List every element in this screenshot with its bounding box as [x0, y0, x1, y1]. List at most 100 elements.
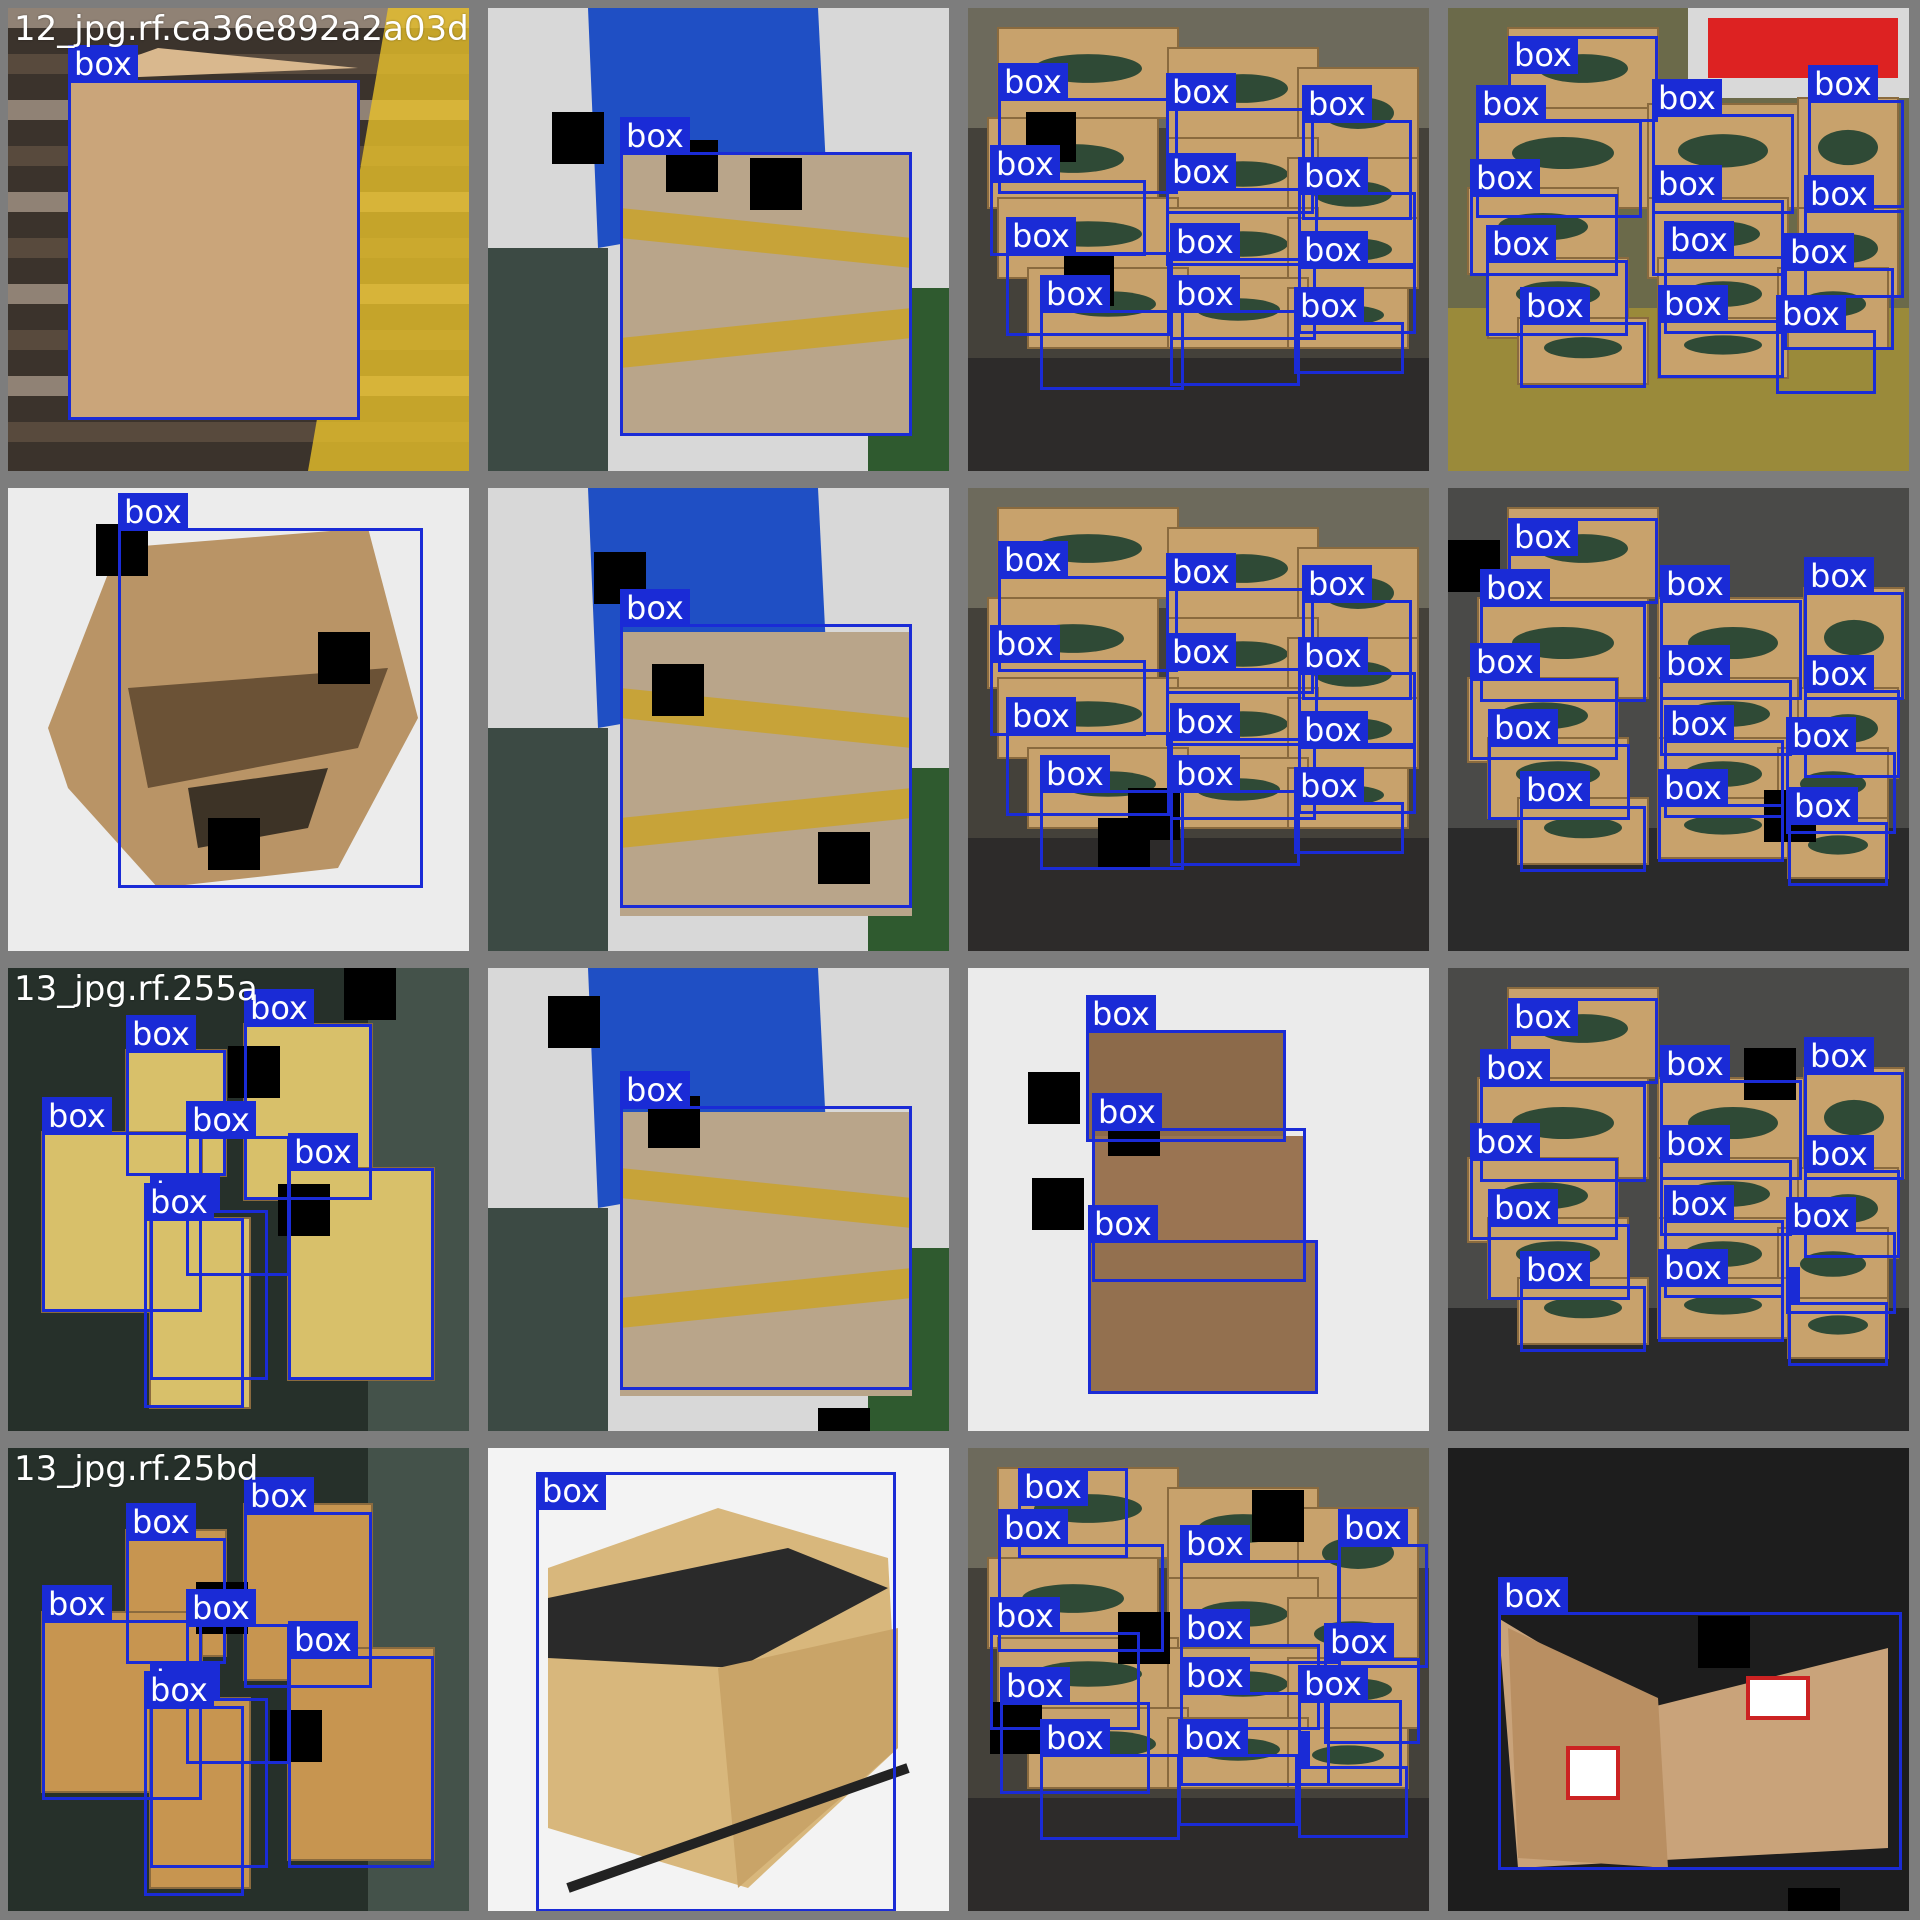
- bbox-label: box: [1166, 553, 1236, 591]
- bbox-label: box: [1470, 1123, 1540, 1161]
- bbox-label: box: [1508, 36, 1578, 74]
- bbox-label: box: [1804, 557, 1874, 595]
- occluder-patch: [548, 996, 600, 1048]
- bbox-label: box: [186, 1101, 256, 1139]
- mosaic-tile: box: [488, 968, 949, 1431]
- bbox-label: box: [1476, 85, 1546, 123]
- bbox-label: box: [1298, 637, 1368, 675]
- mosaic-tile: box box box box box box box box box box box box box: [1448, 488, 1909, 951]
- bbox-label: [1298, 1731, 1310, 1769]
- mosaic-tile: box box box box box box box box box box box box: [968, 488, 1429, 951]
- bbox-label: box: [1470, 643, 1540, 681]
- bounding-box: box: [1294, 767, 1404, 854]
- bbox-label: box: [990, 1597, 1060, 1635]
- bbox-label: box: [1006, 217, 1076, 255]
- bbox-label: box: [42, 1097, 112, 1135]
- mosaic-tile: box box box box box box box box box box box box: [968, 1448, 1429, 1911]
- mosaic-tile: box: [488, 8, 949, 471]
- bounding-box: box: [144, 1183, 244, 1408]
- bbox-label: box: [1298, 231, 1368, 269]
- tile-caption: 12_jpg.rf.ca36e892a2a03d8: [14, 9, 469, 49]
- mosaic-tile: box box box box box box box box box box box box: [1448, 968, 1909, 1431]
- occluder-patch: [1028, 1072, 1080, 1124]
- bbox-label: box: [1488, 1189, 1558, 1227]
- occluder-patch: [1788, 1888, 1840, 1911]
- bbox-label: box: [1784, 233, 1854, 271]
- bbox-label: box: [1166, 153, 1236, 191]
- bounding-box: box: [620, 589, 912, 908]
- bbox-label: box: [1170, 755, 1240, 793]
- bbox-label: box: [1040, 755, 1110, 793]
- bbox-label: box: [1294, 287, 1364, 325]
- bbox-label: box: [186, 1589, 256, 1627]
- bounding-box: box: [288, 1133, 434, 1380]
- bbox-label: box: [126, 1503, 196, 1541]
- bbox-label: box: [1298, 1665, 1368, 1703]
- bounding-box: box: [1658, 285, 1784, 378]
- bbox-label: box: [1006, 697, 1076, 735]
- mosaic-grid: box 12_jpg.rf.ca36e892a2a03d8 box box box box…: [0, 0, 1920, 1920]
- bounding-box: box: [288, 1621, 434, 1868]
- bounding-box: box: [68, 45, 360, 420]
- bbox-label: box: [620, 117, 690, 155]
- bbox-label: box: [990, 625, 1060, 663]
- occluder-patch: [552, 112, 604, 164]
- mosaic-tile: box: [488, 488, 949, 951]
- bbox-label: box: [42, 1585, 112, 1623]
- bbox-label: box: [998, 1509, 1068, 1547]
- bounding-box: box: [1776, 295, 1876, 394]
- bbox-label: box: [1658, 769, 1728, 807]
- bbox-label: box: [1486, 225, 1556, 263]
- mosaic-tile: box box box box box box box box box box box box box: [1448, 8, 1909, 471]
- bbox-label: box: [1804, 1037, 1874, 1075]
- bbox-label: box: [1180, 1657, 1250, 1695]
- bounding-box: box: [1040, 1719, 1180, 1840]
- bbox-label: box: [126, 1015, 196, 1053]
- bbox-label: box: [1040, 275, 1110, 313]
- bbox-label: box: [1660, 1125, 1730, 1163]
- bbox-label: box: [1480, 569, 1550, 607]
- mosaic-tile: boxboxboxboxboxboxbox13_jpg.rf.255a: [8, 968, 469, 1431]
- bbox-label: box: [1664, 705, 1734, 743]
- bbox-label: box: [1520, 287, 1590, 325]
- bbox-label: box: [1520, 771, 1590, 809]
- bbox-label: box: [1180, 1609, 1250, 1647]
- tile-caption: 13_jpg.rf.25bd: [14, 1449, 259, 1489]
- occluder-patch: [1252, 1490, 1304, 1542]
- bbox-label: box: [1170, 223, 1240, 261]
- bbox-label: box: [1298, 711, 1368, 749]
- bbox-label: box: [1658, 285, 1728, 323]
- bbox-label: box: [288, 1133, 358, 1171]
- bbox-label: box: [288, 1621, 358, 1659]
- bbox-label: [1788, 1267, 1800, 1305]
- bbox-label: box: [1338, 1509, 1408, 1547]
- bounding-box: box: [620, 1071, 912, 1390]
- bounding-box: box: [620, 117, 912, 436]
- bbox-label: box: [1178, 1719, 1248, 1757]
- bbox-label: box: [144, 1671, 214, 1709]
- occluder-patch: [1032, 1178, 1084, 1230]
- bbox-label: box: [998, 63, 1068, 101]
- bbox-label: box: [1786, 717, 1856, 755]
- bounding-box: box: [1658, 769, 1784, 862]
- bbox-label: box: [1298, 157, 1368, 195]
- bbox-label: box: [536, 1472, 606, 1510]
- bbox-label: box: [1086, 995, 1156, 1033]
- bbox-label: box: [1804, 175, 1874, 213]
- bbox-label: box: [1170, 703, 1240, 741]
- bbox-label: box: [1652, 165, 1722, 203]
- bounding-box: box: [1520, 287, 1646, 388]
- mosaic-tile: box: [8, 488, 469, 951]
- bounding-box: box: [1520, 1251, 1646, 1352]
- bounding-box: box: [1170, 275, 1300, 386]
- mosaic-tile: box 12_jpg.rf.ca36e892a2a03d8: [8, 8, 469, 471]
- bounding-box: box: [1788, 787, 1888, 886]
- bbox-label: box: [1804, 1135, 1874, 1173]
- bounding-box: box: [1498, 1577, 1902, 1870]
- bbox-label: box: [1664, 1185, 1734, 1223]
- tile-caption: 13_jpg.rf.255a: [14, 969, 258, 1009]
- bbox-label: box: [1170, 275, 1240, 313]
- bbox-label: box: [1470, 159, 1540, 197]
- bbox-label: box: [1658, 1249, 1728, 1287]
- bbox-label: box: [1808, 65, 1878, 103]
